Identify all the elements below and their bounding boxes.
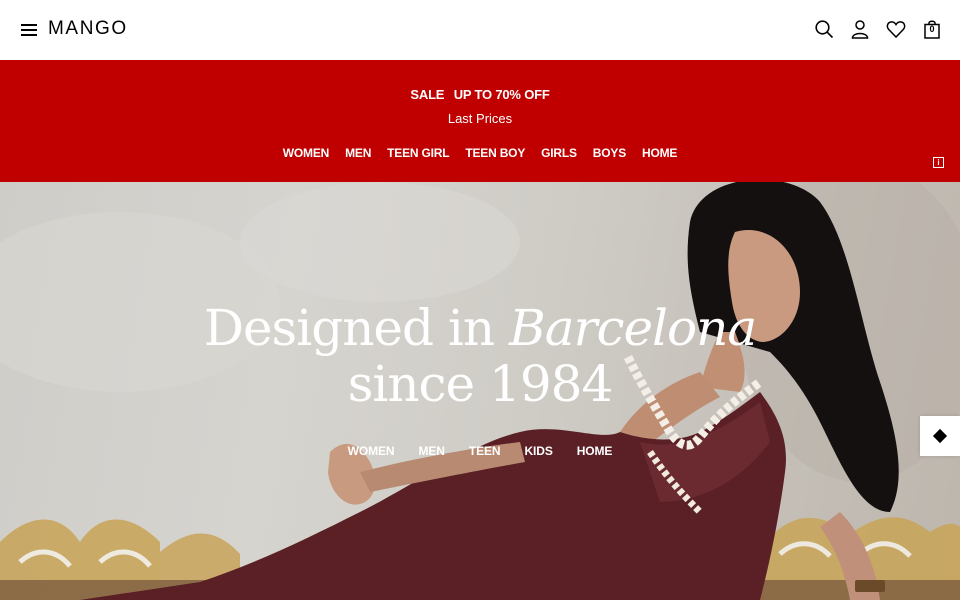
sale-nav-home[interactable]: HOME [642, 146, 677, 160]
sale-nav-boys[interactable]: BOYS [593, 146, 626, 160]
hero-nav-men[interactable]: MEN [418, 444, 444, 458]
bag-count: 0 [929, 24, 935, 34]
hero-nav-home[interactable]: HOME [577, 444, 613, 458]
info-icon[interactable]: i [933, 157, 944, 168]
sale-headline: SALE UP TO 70% OFF [0, 87, 960, 102]
sale-offer: UP TO 70% OFF [453, 87, 550, 102]
hero-nav-kids[interactable]: KIDS [524, 444, 552, 458]
site-header: MANGO 0 [0, 0, 960, 60]
hero-nav-teen[interactable]: TEEN [469, 444, 501, 458]
hero-title-line1b: Barcelona [508, 299, 757, 357]
hero-title: Designed in Barcelona since 1984 [0, 300, 960, 412]
hero-title-line2: since 1984 [347, 355, 614, 413]
sale-nav-men[interactable]: MEN [345, 146, 371, 160]
search-icon[interactable] [814, 18, 834, 40]
hero-banner[interactable]: Designed in Barcelona since 1984 WOMEN M… [0, 182, 960, 600]
hero-title-line1a: Designed in [203, 299, 509, 357]
heart-icon[interactable] [886, 18, 906, 40]
user-icon[interactable] [850, 18, 870, 40]
sale-subtitle: Last Prices [447, 111, 513, 126]
sale-banner[interactable]: SALE UP TO 70% OFF Last Prices WOMEN MEN… [0, 60, 960, 182]
hero-nav: WOMEN MEN TEEN KIDS HOME [0, 444, 960, 458]
sale-label: SALE [410, 87, 445, 102]
menu-icon[interactable] [21, 24, 37, 36]
sale-nav-girls[interactable]: GIRLS [541, 146, 577, 160]
sale-nav-women[interactable]: WOMEN [283, 146, 330, 160]
diamond-icon [932, 428, 948, 444]
header-actions: 0 [814, 18, 942, 40]
bag-icon[interactable]: 0 [922, 18, 942, 40]
sale-nav-teen-boy[interactable]: TEEN BOY [465, 146, 525, 160]
sale-nav: WOMEN MEN TEEN GIRL TEEN BOY GIRLS BOYS … [0, 146, 960, 160]
side-widget-button[interactable] [920, 416, 960, 456]
sale-nav-teen-girl[interactable]: TEEN GIRL [387, 146, 449, 160]
hero-nav-women[interactable]: WOMEN [348, 444, 395, 458]
logo[interactable]: MANGO [48, 18, 128, 40]
